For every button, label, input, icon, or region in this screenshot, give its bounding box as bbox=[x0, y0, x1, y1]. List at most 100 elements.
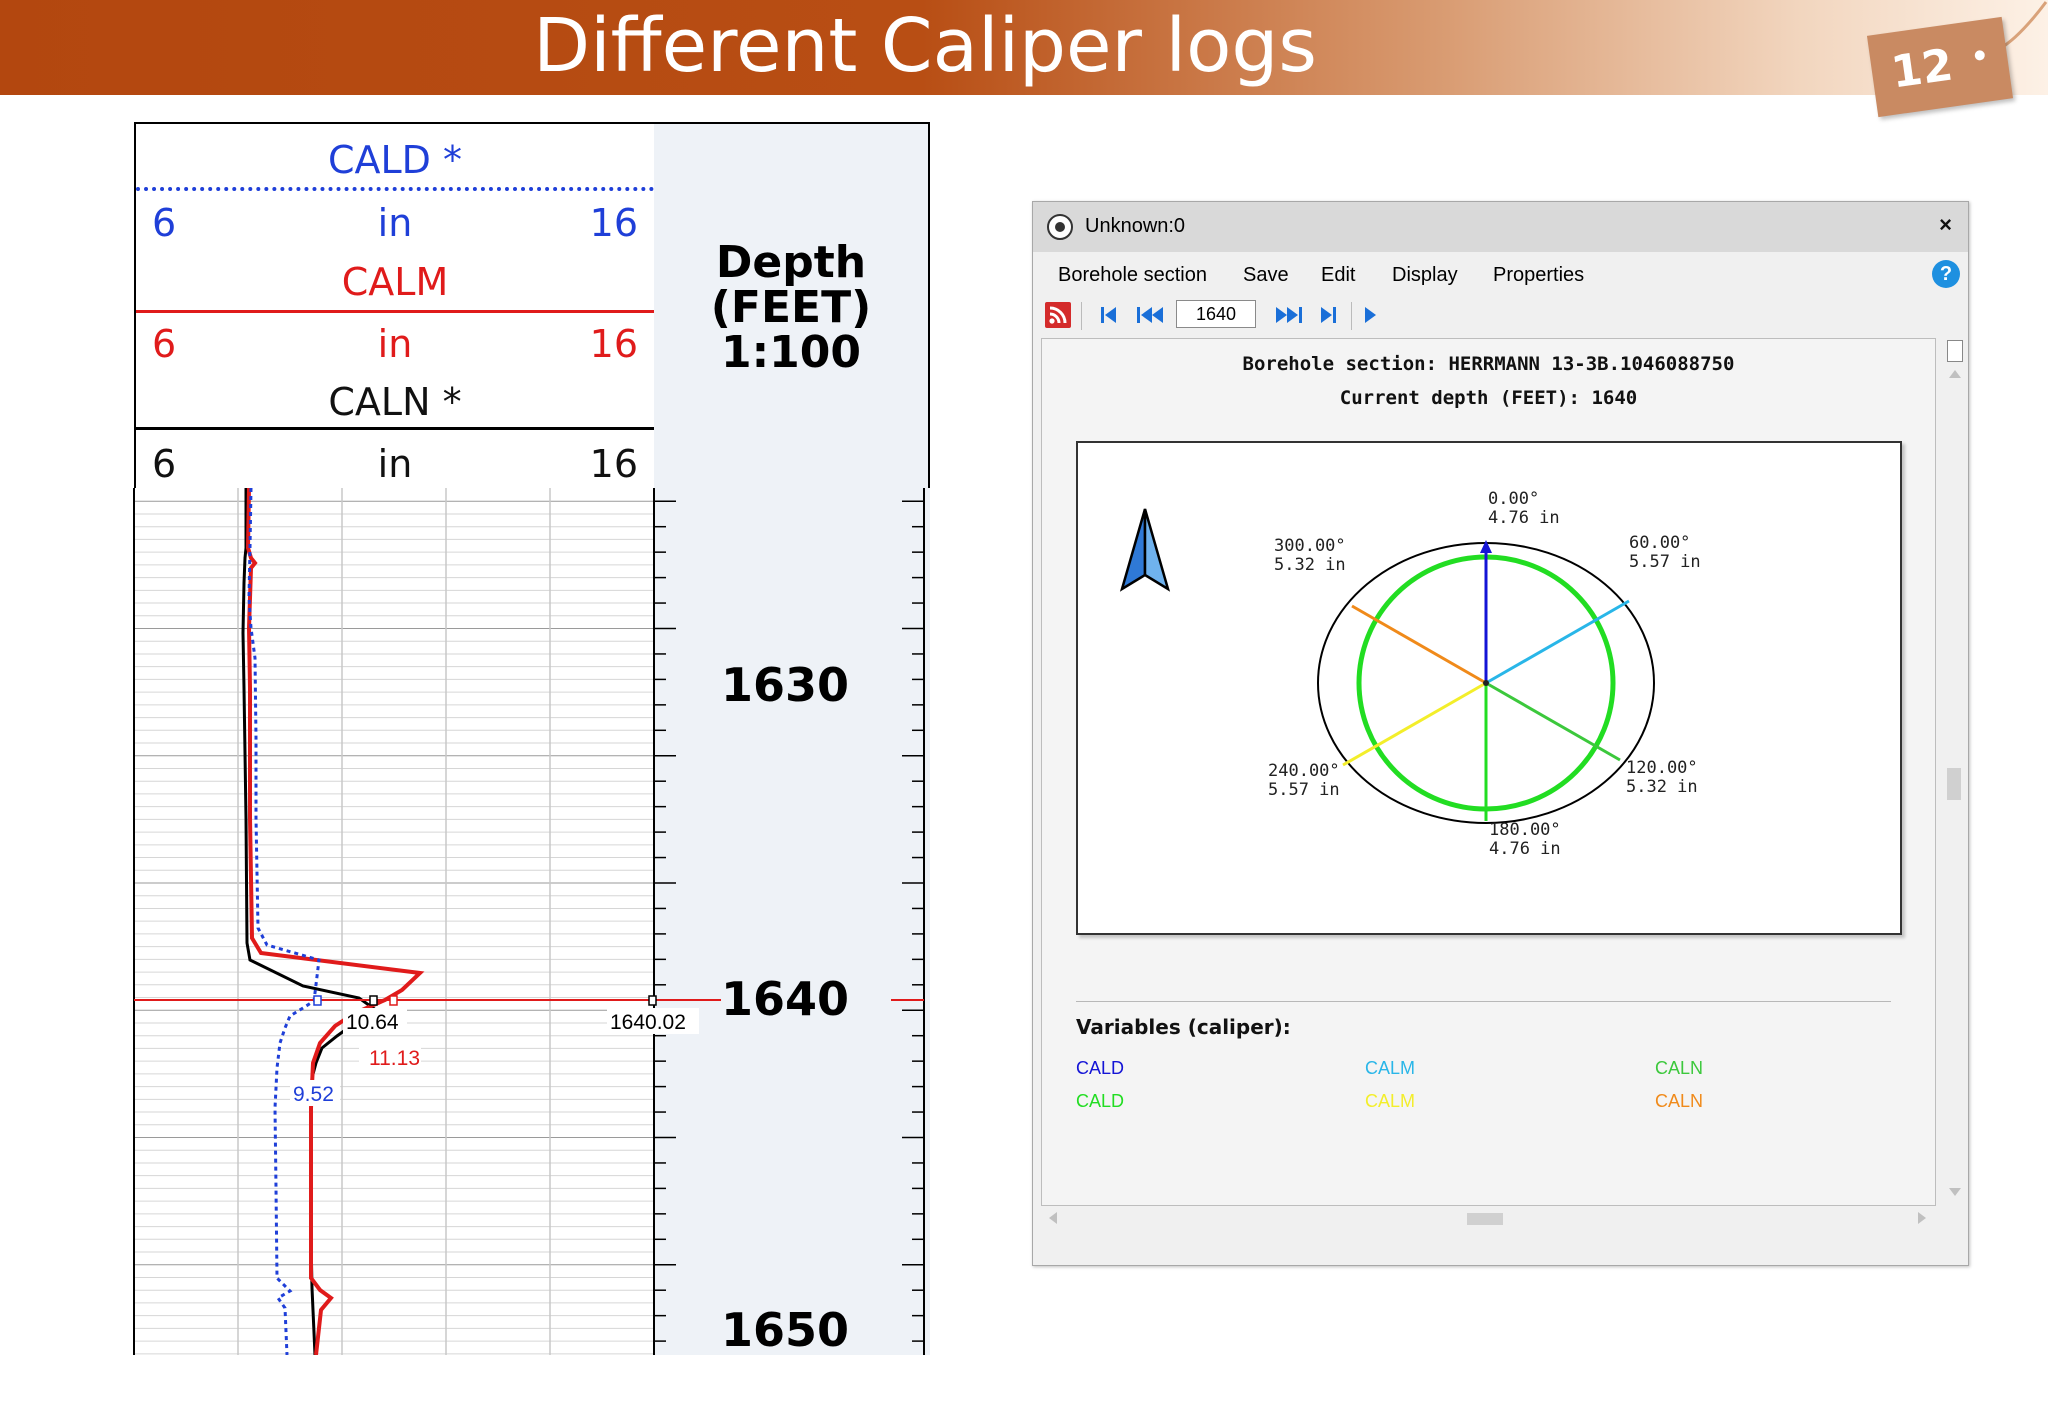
borehole-content: Borehole section: HERRMANN 13-3B.1046088… bbox=[1041, 338, 1936, 1206]
horizontal-scrollbar[interactable] bbox=[1041, 1206, 1934, 1232]
readout-depth: 1640.02 bbox=[610, 1011, 686, 1034]
readout-cald: 9.52 bbox=[293, 1083, 334, 1106]
variables-separator bbox=[1076, 1001, 1891, 1002]
scroll-up-icon[interactable] bbox=[1949, 370, 1961, 378]
page-number: 12 bbox=[1888, 39, 1956, 99]
variable-calm-1: CALM bbox=[1365, 1058, 1416, 1078]
variable-calm-2: CALM bbox=[1365, 1091, 1416, 1111]
cald-scale-unit: in bbox=[377, 201, 413, 245]
depth-marker bbox=[648, 995, 657, 1006]
depth-label-1640: 1640 bbox=[721, 972, 849, 1026]
scroll-down-icon[interactable] bbox=[1949, 1188, 1961, 1196]
arm-label-120-angle: 120.00° bbox=[1626, 758, 1698, 778]
slide-title: Different Caliper logs bbox=[533, 3, 1317, 89]
rewind-icon[interactable] bbox=[1135, 300, 1165, 330]
depth-label-1650: 1650 bbox=[721, 1303, 849, 1355]
arm-label-240-radius: 5.57 in bbox=[1268, 780, 1340, 800]
variable-cald-1: CALD bbox=[1076, 1058, 1125, 1078]
current-depth: Current depth (FEET): 1640 bbox=[1339, 387, 1638, 409]
menu-edit[interactable]: Edit bbox=[1321, 264, 1355, 287]
arm-label-120-radius: 5.32 in bbox=[1626, 777, 1698, 797]
arm-120 bbox=[1485, 681, 1621, 762]
vertical-scroll-thumb[interactable] bbox=[1947, 768, 1961, 800]
section-title: Borehole section: HERRMANN 13-3B.1046088… bbox=[1242, 353, 1735, 375]
borehole-viewer-window: Unknown:0 × Borehole section Save Edit D… bbox=[1032, 201, 1969, 1266]
depth-input[interactable] bbox=[1176, 300, 1256, 328]
calm-scale-max: 16 bbox=[589, 322, 638, 366]
readout-calm: 11.13 bbox=[369, 1047, 420, 1070]
cross-section-svg: 0.00° 4.76 in 60.00° 5.57 in 120.00° 5.3… bbox=[1119, 489, 1701, 859]
horizontal-scroll-thumb[interactable] bbox=[1467, 1213, 1503, 1225]
caln-scale: 6 in 16 bbox=[136, 442, 654, 492]
window-title: Unknown:0 bbox=[1085, 215, 1186, 237]
title-banner: Different Caliper logs 12 bbox=[0, 0, 2048, 118]
variable-caln-2: CALN bbox=[1655, 1091, 1704, 1111]
calm-scale-unit: in bbox=[377, 322, 413, 366]
track-legend: CALD * 6 in 16 CALM 6 in 16 CALN * 6 in … bbox=[134, 122, 656, 490]
rss-icon[interactable] bbox=[1045, 300, 1071, 330]
calm-line-sample bbox=[136, 310, 654, 313]
menu-bar: Borehole section Save Edit Display Prope… bbox=[1033, 254, 1968, 294]
cald-marker bbox=[313, 995, 322, 1006]
caln-marker bbox=[369, 995, 378, 1006]
curve-name-calm: CALM bbox=[341, 260, 449, 304]
cald-scale-max: 16 bbox=[589, 201, 638, 245]
caln-scale-max: 16 bbox=[589, 442, 638, 486]
cald-scale: 6 in 16 bbox=[136, 201, 654, 251]
calm-scale: 6 in 16 bbox=[136, 322, 654, 372]
menu-save[interactable]: Save bbox=[1243, 264, 1289, 287]
caln-scale-unit: in bbox=[377, 442, 413, 486]
menu-borehole-section[interactable]: Borehole section bbox=[1058, 264, 1207, 287]
tag-hole bbox=[1974, 49, 1986, 61]
caliper-log-panel: CALD * 6 in 16 CALM 6 in 16 CALN * 6 in … bbox=[125, 118, 930, 1355]
arm-label-0-angle: 0.00° bbox=[1488, 489, 1539, 509]
log-tracks-svg: 10.64 11.13 9.52 1640.02 1630 1640 1650 bbox=[133, 488, 930, 1355]
variables-title: Variables (caliper): bbox=[1076, 1015, 1291, 1039]
menu-display[interactable]: Display bbox=[1392, 264, 1458, 287]
readout-caln: 10.64 bbox=[346, 1011, 399, 1034]
caln-line-sample bbox=[136, 427, 654, 430]
variable-cald-2: CALD bbox=[1076, 1091, 1125, 1111]
arm-label-180-radius: 4.76 in bbox=[1489, 839, 1561, 859]
last-icon[interactable] bbox=[1317, 300, 1339, 330]
help-icon[interactable]: ? bbox=[1932, 260, 1960, 288]
curve-name-caln: CALN * bbox=[328, 380, 462, 424]
toolbar-separator bbox=[1351, 302, 1352, 330]
depth-track-bg bbox=[654, 488, 930, 1355]
page-number-tag: 12 bbox=[1866, 16, 2014, 118]
log-header: CALD * 6 in 16 CALM 6 in 16 CALN * 6 in … bbox=[125, 118, 930, 490]
depth-track-header: Depth (FEET) 1:100 bbox=[654, 122, 930, 490]
arm-label-0-radius: 4.76 in bbox=[1488, 508, 1560, 528]
cald-line-sample bbox=[136, 187, 654, 191]
borehole-cross-section: 0.00° 4.76 in 60.00° 5.57 in 120.00° 5.3… bbox=[1076, 441, 1902, 935]
arm-label-240-angle: 240.00° bbox=[1268, 761, 1340, 781]
play-icon[interactable] bbox=[1359, 300, 1381, 330]
arm-label-180-angle: 180.00° bbox=[1489, 820, 1561, 840]
curve-name-cald: CALD * bbox=[327, 138, 463, 182]
tool-center bbox=[1483, 680, 1489, 686]
first-icon[interactable] bbox=[1098, 300, 1120, 330]
vertical-scrollbar[interactable] bbox=[1942, 338, 1968, 1204]
menu-properties[interactable]: Properties bbox=[1493, 264, 1584, 287]
log-body: 10.64 11.13 9.52 1640.02 1630 1640 1650 bbox=[125, 488, 930, 1355]
arm-0-arrow bbox=[1480, 540, 1492, 553]
depth-title: Depth (FEET) 1:100 bbox=[710, 237, 872, 378]
north-arrow-icon bbox=[1119, 508, 1171, 592]
arm-label-60-angle: 60.00° bbox=[1629, 533, 1690, 553]
arm-300 bbox=[1351, 604, 1487, 685]
variable-caln-1: CALN bbox=[1655, 1058, 1704, 1078]
toolbar bbox=[1033, 296, 1968, 336]
toolbar-separator bbox=[1081, 302, 1082, 330]
scroll-doc-icon bbox=[1947, 340, 1963, 362]
fast-forward-icon[interactable] bbox=[1274, 300, 1304, 330]
arm-label-300-radius: 5.32 in bbox=[1274, 555, 1346, 575]
scroll-right-icon[interactable] bbox=[1918, 1212, 1926, 1224]
depth-label-1630: 1630 bbox=[721, 658, 849, 712]
calm-marker bbox=[389, 995, 398, 1006]
window-titlebar[interactable]: Unknown:0 × bbox=[1033, 202, 1968, 252]
arm-label-60-radius: 5.57 in bbox=[1629, 552, 1701, 572]
app-icon bbox=[1047, 214, 1073, 240]
scroll-left-icon[interactable] bbox=[1049, 1212, 1057, 1224]
arm-label-300-angle: 300.00° bbox=[1274, 536, 1346, 556]
close-button[interactable]: × bbox=[1939, 212, 1952, 238]
